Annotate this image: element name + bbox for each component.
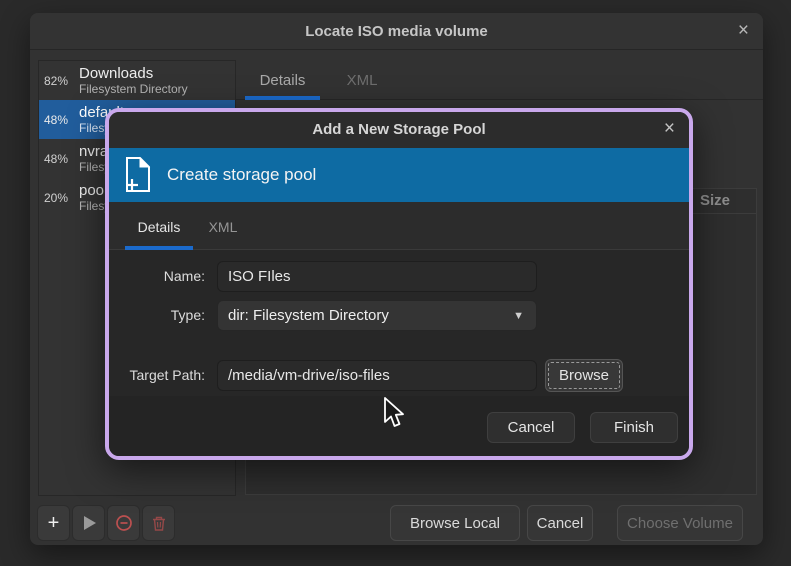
chevron-down-icon: ▼	[513, 310, 524, 322]
delete-pool-button[interactable]	[142, 505, 175, 541]
stop-pool-icon	[115, 514, 133, 532]
dialog-tab-details[interactable]: Details	[125, 202, 193, 250]
target-path-label: Target Path:	[109, 360, 205, 391]
start-pool-icon	[84, 516, 96, 530]
start-pool-button[interactable]	[72, 505, 105, 541]
add-pool-icon: +	[48, 513, 60, 533]
create-pool-banner: Create storage pool	[109, 148, 689, 202]
banner-title: Create storage pool	[167, 165, 316, 185]
name-field[interactable]	[217, 261, 537, 292]
pool-type: Filesystem Directory	[79, 82, 188, 96]
type-dropdown[interactable]: dir: Filesystem Directory ▼	[217, 300, 537, 331]
dialog-title: Add a New Storage Pool	[109, 112, 689, 148]
tab-details[interactable]: Details	[245, 60, 320, 100]
pool-detail-tabstrip: Details XML	[236, 60, 763, 100]
name-label: Name:	[109, 261, 205, 292]
mouse-cursor	[382, 396, 406, 430]
pool-row-downloads[interactable]: 82% Downloads Filesystem Directory	[39, 61, 235, 100]
add-pool-button[interactable]: +	[37, 505, 70, 541]
dialog-finish-button[interactable]: Finish	[590, 412, 678, 443]
pool-usage-percent: 82%	[44, 74, 76, 88]
pool-usage-percent: 48%	[44, 152, 76, 166]
tab-xml[interactable]: XML	[332, 60, 392, 100]
type-label: Type:	[109, 300, 205, 331]
size-column-header[interactable]: Size	[700, 192, 730, 209]
pool-usage-percent: 48%	[44, 113, 76, 127]
window-titlebar: Locate ISO media volume ×	[30, 13, 763, 50]
dialog-tab-xml[interactable]: XML	[197, 202, 249, 250]
browse-local-button[interactable]: Browse Local	[390, 505, 520, 541]
choose-volume-button: Choose Volume	[617, 505, 743, 541]
window-title: Locate ISO media volume	[30, 13, 763, 50]
stop-pool-button[interactable]	[107, 505, 140, 541]
dialog-titlebar: Add a New Storage Pool ×	[109, 112, 689, 148]
target-path-field[interactable]	[217, 360, 537, 391]
pool-name: Downloads	[79, 65, 188, 82]
pool-form: Name: Type: dir: Filesystem Directory ▼ …	[109, 250, 689, 396]
dialog-close-icon[interactable]: ×	[664, 112, 675, 148]
pool-usage-percent: 20%	[44, 191, 76, 205]
trash-icon	[151, 515, 167, 532]
new-file-icon	[123, 156, 153, 194]
type-dropdown-value: dir: Filesystem Directory	[228, 307, 389, 324]
close-icon[interactable]: ×	[738, 13, 749, 50]
window-cancel-button[interactable]: Cancel	[527, 505, 593, 541]
browse-button[interactable]: Browse	[545, 359, 623, 392]
dialog-cancel-button[interactable]: Cancel	[487, 412, 575, 443]
dialog-tabstrip: Details XML	[109, 202, 689, 250]
